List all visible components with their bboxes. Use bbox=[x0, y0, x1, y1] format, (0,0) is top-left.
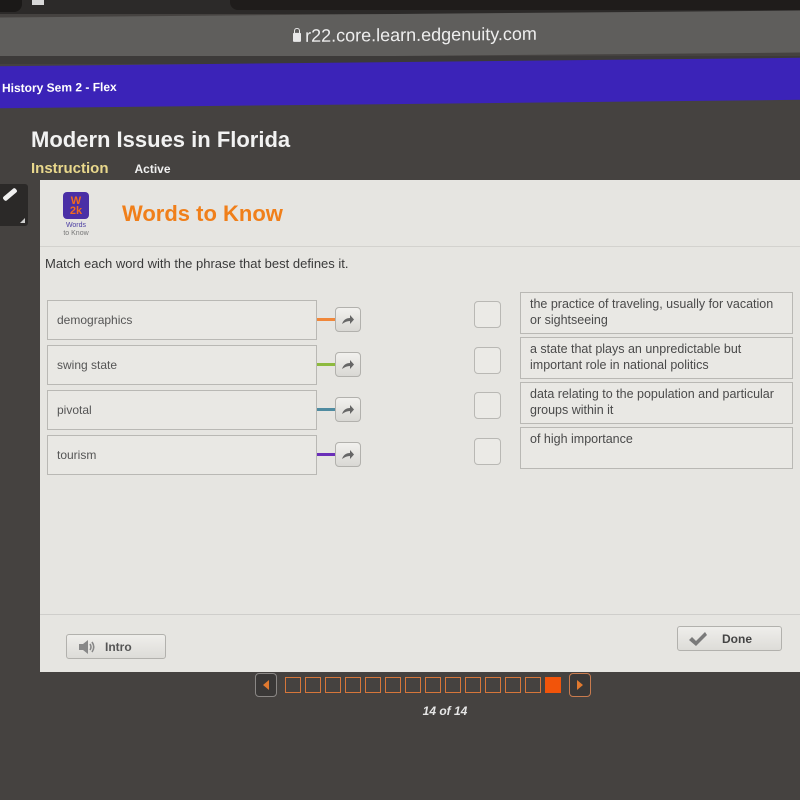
logo-caption: Words to Know bbox=[54, 222, 98, 238]
page-square-14[interactable] bbox=[545, 677, 561, 693]
previous-page-button[interactable] bbox=[255, 673, 277, 697]
definition-item: of high importance bbox=[520, 427, 793, 469]
page-square-8[interactable] bbox=[425, 677, 441, 693]
word-item-swing-state[interactable]: swing state bbox=[47, 345, 317, 385]
page-square-7[interactable] bbox=[405, 677, 421, 693]
page-square-13[interactable] bbox=[525, 677, 541, 693]
page-square-1[interactable] bbox=[285, 677, 301, 693]
word-item-tourism[interactable]: tourism bbox=[47, 435, 317, 475]
match-target-box[interactable] bbox=[474, 347, 501, 374]
lesson-title: Modern Issues in Florida bbox=[31, 127, 291, 152]
page-square-10[interactable] bbox=[465, 677, 481, 693]
instructions: Match each word with the phrase that bes… bbox=[45, 256, 349, 271]
page-indicator: 14 of 14 bbox=[422, 704, 468, 718]
tab-instruction[interactable]: Instruction bbox=[31, 160, 109, 177]
activity-title: Words to Know bbox=[122, 201, 283, 226]
word-item-pivotal[interactable]: pivotal bbox=[47, 390, 317, 430]
arrow-icon bbox=[342, 449, 354, 459]
page-square-3[interactable] bbox=[325, 677, 341, 693]
chevron-left-icon bbox=[263, 680, 269, 690]
match-target-box[interactable] bbox=[474, 301, 501, 328]
arrow-icon bbox=[342, 359, 354, 369]
logo-caption-sub: to Know bbox=[63, 230, 89, 237]
page-square-4[interactable] bbox=[345, 677, 361, 693]
page-square-11[interactable] bbox=[485, 677, 501, 693]
word-item-demographics[interactable]: demographics bbox=[47, 300, 317, 340]
page-square-6[interactable] bbox=[385, 677, 401, 693]
browser-tab-active[interactable] bbox=[230, 0, 800, 10]
match-arrow-button[interactable] bbox=[335, 352, 361, 377]
course-bar: History Sem 2 - Flex bbox=[0, 57, 800, 109]
page-square-2[interactable] bbox=[305, 677, 321, 693]
lesson-tabs: Instruction Active bbox=[31, 160, 171, 177]
browser-tab[interactable] bbox=[0, 0, 22, 12]
page-navigator bbox=[255, 673, 591, 697]
checkmark-icon bbox=[689, 631, 707, 646]
chevron-right-icon bbox=[577, 680, 583, 690]
tab-active[interactable]: Active bbox=[135, 162, 171, 176]
url-text[interactable]: r22.core.learn.edgenuity.com bbox=[305, 23, 537, 46]
connector-line bbox=[317, 453, 335, 456]
page-squares bbox=[285, 677, 561, 693]
logo-caption-main: Words bbox=[65, 222, 87, 229]
connector-line bbox=[317, 318, 335, 321]
page-square-9[interactable] bbox=[445, 677, 461, 693]
speaker-icon bbox=[79, 639, 95, 654]
footer-divider bbox=[40, 614, 800, 615]
definition-item: the practice of traveling, usually for v… bbox=[520, 292, 793, 334]
intro-label: Intro bbox=[105, 639, 132, 654]
connector-line bbox=[317, 363, 335, 366]
expand-corner-icon bbox=[20, 218, 25, 223]
page-square-12[interactable] bbox=[505, 677, 521, 693]
match-target-box[interactable] bbox=[474, 438, 501, 465]
arrow-icon bbox=[342, 404, 354, 414]
lock-icon bbox=[293, 32, 302, 42]
connector-line bbox=[317, 408, 335, 411]
intro-button[interactable]: Intro bbox=[66, 634, 166, 659]
activity-card: W 2k Words to Know Words to Know Match e… bbox=[40, 180, 800, 672]
page-square-5[interactable] bbox=[365, 677, 381, 693]
match-arrow-button[interactable] bbox=[335, 442, 361, 467]
logo-letter: 2k bbox=[69, 204, 83, 217]
course-title[interactable]: History Sem 2 - Flex bbox=[0, 80, 117, 95]
arrow-icon bbox=[342, 314, 354, 324]
notes-tool-button[interactable] bbox=[0, 184, 28, 226]
header-divider bbox=[40, 246, 800, 247]
address-bar[interactable]: r22.core.learn.edgenuity.com bbox=[0, 10, 800, 60]
next-page-button[interactable] bbox=[569, 673, 591, 697]
match-target-box[interactable] bbox=[474, 392, 501, 419]
done-button[interactable]: Done bbox=[677, 626, 782, 651]
activity-header: W 2k Words to Know Words to Know bbox=[40, 180, 800, 245]
definition-item: a state that plays an unpredictable but … bbox=[520, 337, 793, 379]
words-to-know-logo-icon: W 2k bbox=[63, 192, 89, 219]
tab-favicon-icon bbox=[32, 0, 44, 5]
done-label: Done bbox=[722, 631, 752, 646]
definition-item: data relating to the population and part… bbox=[520, 382, 793, 424]
match-arrow-button[interactable] bbox=[335, 307, 361, 332]
pencil-icon bbox=[2, 187, 18, 202]
match-arrow-button[interactable] bbox=[335, 397, 361, 422]
logo-letter: W bbox=[70, 194, 82, 207]
